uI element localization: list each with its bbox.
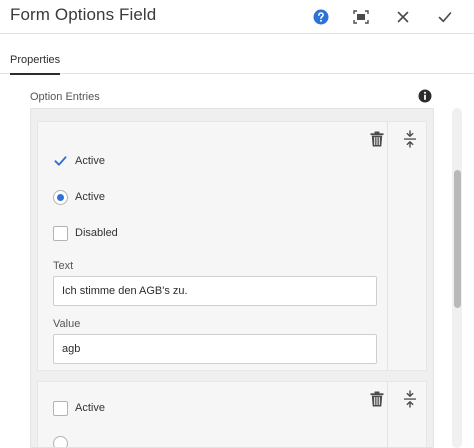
checkmark-icon — [54, 156, 67, 166]
active-checkbox-row[interactable]: Active — [53, 399, 105, 417]
done-button[interactable] — [433, 5, 457, 29]
fullscreen-button[interactable] — [349, 5, 373, 29]
active-radio-row[interactable]: Active — [53, 188, 105, 206]
dialog-title: Form Options Field — [10, 5, 157, 24]
option-entries-multifield: Active Active Disabled Text Value — [30, 108, 434, 448]
active-checkbox[interactable] — [53, 400, 68, 416]
active-checkbox-label: Active — [75, 402, 105, 414]
active-checkbox-label: Active — [75, 155, 105, 167]
help-icon — [313, 9, 329, 25]
option-entry-body: Active — [38, 382, 388, 447]
help-button[interactable] — [309, 5, 333, 29]
disabled-checkbox[interactable] — [53, 225, 68, 241]
close-icon — [397, 11, 409, 23]
info-icon[interactable] — [418, 89, 432, 103]
trash-icon[interactable] — [370, 391, 384, 407]
option-entries-label: Option Entries — [30, 91, 100, 103]
drag-handle-icon[interactable] — [403, 390, 417, 408]
option-entry: Active — [37, 381, 427, 447]
active-radio-row[interactable] — [53, 434, 68, 447]
tab-properties[interactable]: Properties — [10, 54, 61, 75]
disabled-checkbox-label: Disabled — [75, 227, 118, 239]
dialog-header: Form Options Field — [0, 0, 474, 34]
drag-handle-icon[interactable] — [403, 130, 417, 148]
text-input[interactable] — [53, 276, 377, 306]
option-entry-body: Active Active Disabled Text Value — [38, 122, 388, 370]
checkmark-icon — [438, 12, 452, 23]
scrollbar-thumb[interactable] — [454, 170, 461, 308]
trash-icon[interactable] — [370, 131, 384, 147]
radio-selected-dot — [57, 193, 64, 201]
close-button[interactable] — [391, 5, 415, 29]
value-field-label: Value — [53, 318, 81, 330]
active-radio[interactable] — [53, 189, 68, 205]
active-checkbox[interactable] — [53, 154, 68, 169]
fullscreen-icon — [353, 10, 369, 24]
value-input[interactable] — [53, 334, 377, 364]
active-radio-label: Active — [75, 191, 105, 203]
tab-bar: Properties — [0, 34, 474, 75]
active-radio[interactable] — [53, 435, 68, 447]
active-checkbox-row[interactable]: Active — [53, 152, 105, 170]
disabled-checkbox-row[interactable]: Disabled — [53, 224, 118, 242]
option-entry: Active Active Disabled Text Value — [37, 121, 427, 371]
text-field-label: Text — [53, 260, 74, 272]
